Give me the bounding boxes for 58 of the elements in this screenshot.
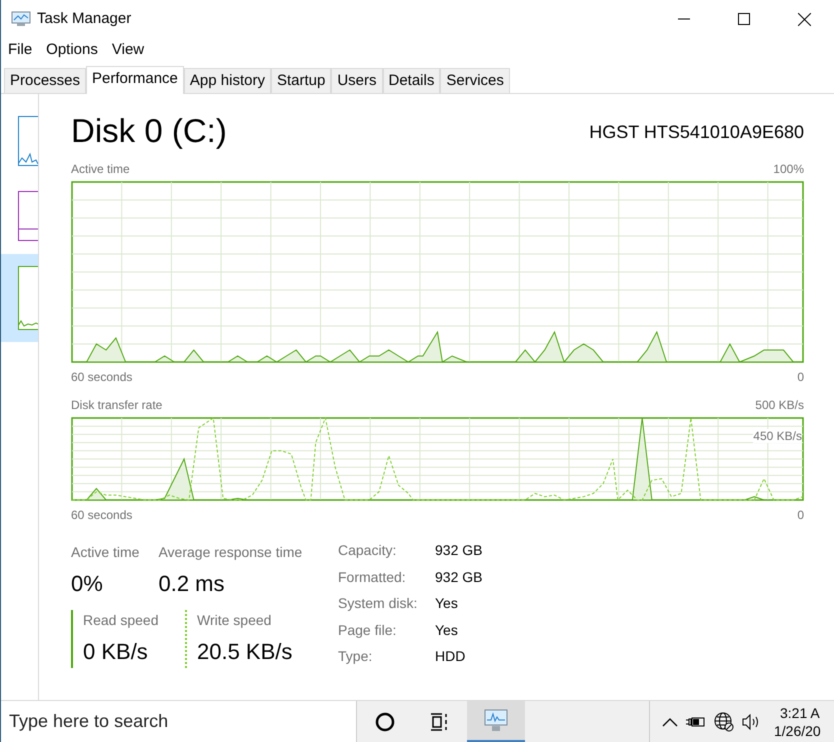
- property-value: HDD: [435, 647, 466, 666]
- date-label: 1/26/20: [774, 722, 821, 740]
- graph-span-label: 60 seconds: [71, 507, 132, 524]
- disk-title: Disk 0 (C:): [71, 112, 227, 150]
- tab[interactable]: Users: [331, 68, 382, 93]
- maximize-icon: [738, 13, 750, 25]
- monitor-icon: [482, 708, 510, 732]
- stat-value: 0 KB/s: [83, 638, 149, 666]
- minimize-icon: [678, 18, 690, 20]
- circle-icon: [374, 712, 394, 732]
- graph-scale-label: 450 KB/s: [753, 429, 802, 443]
- graph-max-label: 100%: [773, 161, 804, 178]
- menu-item[interactable]: File: [1, 38, 40, 62]
- time-label: 3:21 A: [779, 704, 820, 722]
- sidebar-item[interactable]: [1, 254, 38, 342]
- stat-value: 20.5 KB/s: [197, 638, 294, 666]
- tab[interactable]: App history: [184, 68, 271, 93]
- graph-max-label: 500 KB/s: [755, 397, 804, 414]
- menu-item[interactable]: Options: [39, 38, 105, 62]
- window-title: Task Manager: [37, 8, 132, 29]
- globe-icon[interactable]: [714, 712, 734, 732]
- battery-icon[interactable]: [686, 716, 706, 728]
- chevron-up-icon[interactable]: [662, 716, 678, 726]
- graph-min-label: 0: [797, 507, 804, 524]
- property-label: System disk:: [338, 594, 418, 614]
- property-label: Capacity:: [338, 541, 398, 560]
- graph-thumbnail-icon: [18, 266, 38, 330]
- tab[interactable]: Details: [382, 68, 440, 93]
- graph-min-label: 0: [797, 369, 804, 386]
- task-view-icon: [430, 712, 450, 730]
- property-value: Yes: [435, 620, 459, 640]
- stat-label: Active time: [71, 543, 140, 562]
- stat-value: 0%: [71, 570, 104, 598]
- close-icon: [798, 12, 810, 26]
- disk-model: HGST HTS541010A9E680: [589, 121, 804, 144]
- stat-label: Read speed: [83, 611, 160, 630]
- stat-value: 0.2 ms: [158, 570, 226, 598]
- menu-item[interactable]: View: [104, 38, 152, 62]
- graph-thumbnail-icon: [18, 191, 38, 241]
- property-label: Formatted:: [338, 568, 407, 587]
- graph-label: Active time: [71, 161, 130, 178]
- tab[interactable]: Performance: [86, 66, 184, 94]
- property-value: 932 GB: [435, 568, 482, 587]
- clock[interactable]: 3:21 A 1/26/20: [770, 704, 834, 740]
- graph-label: Disk transfer rate: [71, 397, 162, 414]
- tab[interactable]: Startup: [270, 68, 332, 93]
- tab[interactable]: Processes: [4, 68, 86, 93]
- property-label: Type:: [338, 647, 374, 666]
- property-value: Yes: [435, 594, 459, 614]
- tab[interactable]: Services: [440, 68, 510, 93]
- stat-label: Average response time: [158, 543, 302, 562]
- graph-thumbnail-icon: [18, 116, 38, 166]
- stat-label: Write speed: [197, 611, 272, 630]
- graph-span-label: 60 seconds: [71, 369, 132, 386]
- property-value: 932 GB: [435, 541, 482, 560]
- search-field[interactable]: Type here to search: [1, 701, 357, 742]
- property-label: Page file:: [338, 620, 398, 640]
- app-icon: [11, 11, 31, 27]
